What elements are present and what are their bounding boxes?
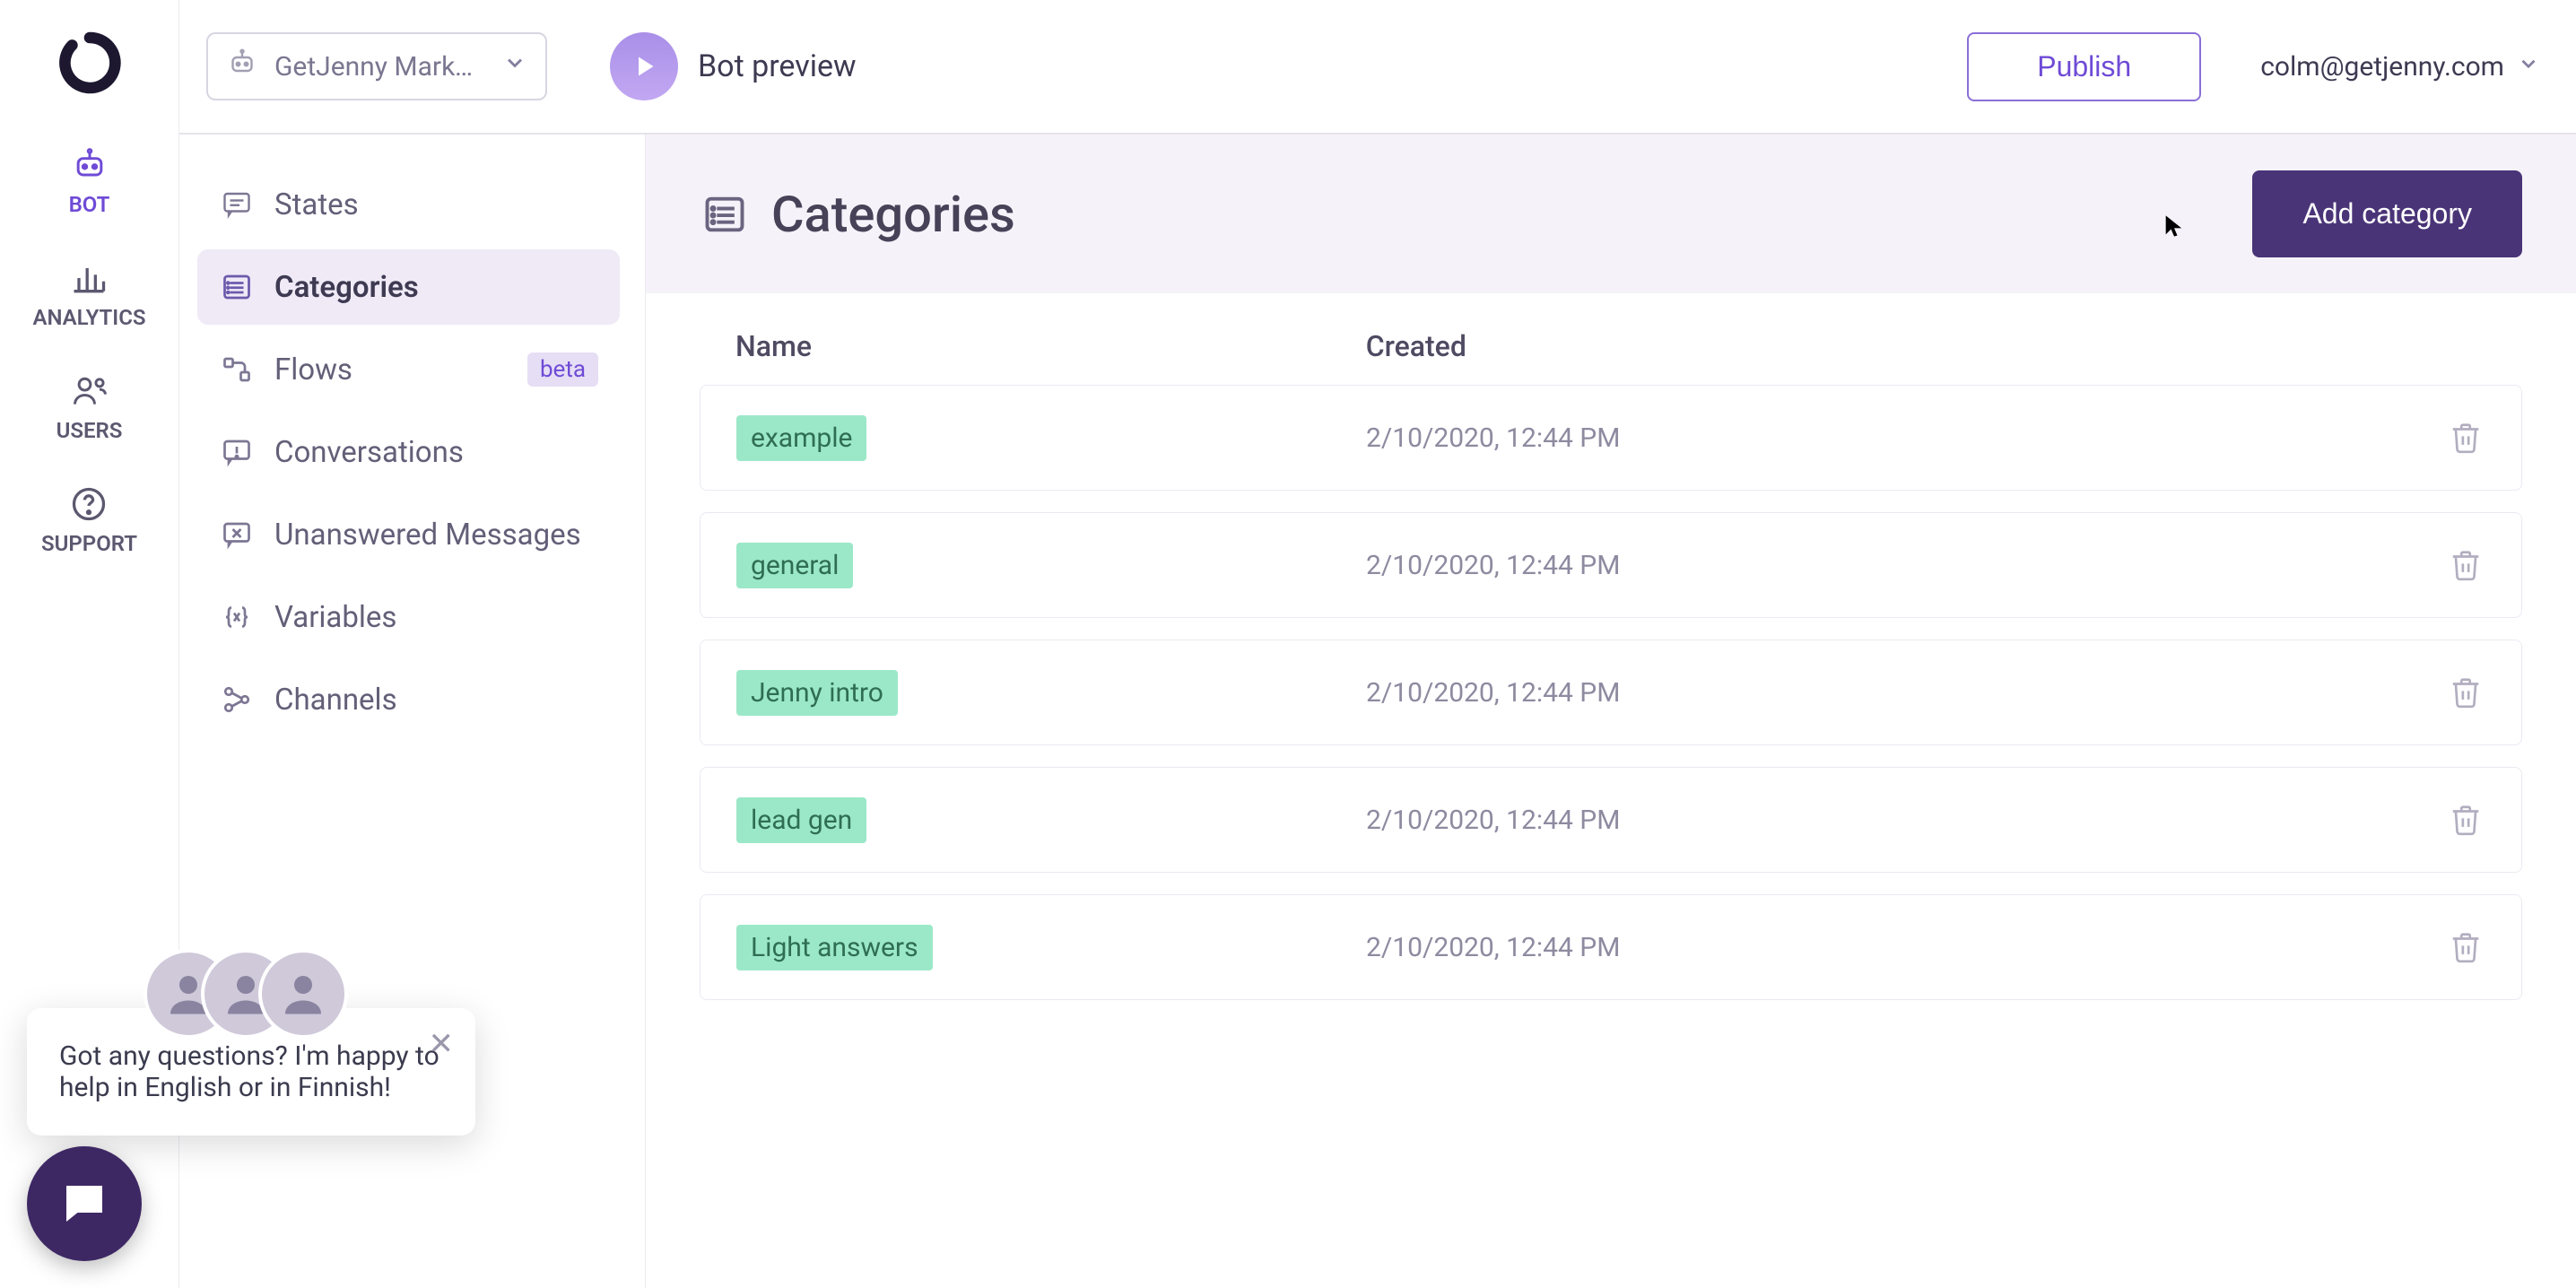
- sidebar-item-label: Categories: [274, 270, 419, 305]
- robot-icon: [226, 47, 258, 86]
- bot-selector-label: GetJenny Marketi…: [274, 51, 486, 83]
- table-header: Name Created: [700, 293, 2522, 385]
- chat-popover: ✕ Got any questions? I'm happy to help i…: [27, 1008, 475, 1136]
- created-date: 2/10/2020, 12:44 PM: [1366, 932, 2446, 963]
- nav-analytics-label: ANALYTICS: [32, 305, 145, 330]
- nav-bot[interactable]: BOT: [68, 144, 111, 217]
- play-icon: [610, 32, 678, 100]
- list-icon: [700, 189, 750, 239]
- publish-label: Publish: [2037, 50, 2131, 83]
- top-bar: GetJenny Marketi… Bot preview Publish co…: [179, 0, 2576, 135]
- beta-badge: beta: [527, 352, 598, 387]
- main-header: Categories Add category: [646, 135, 2576, 293]
- created-date: 2/10/2020, 12:44 PM: [1366, 550, 2446, 581]
- delete-button[interactable]: [2446, 545, 2485, 585]
- sidebar-item-states[interactable]: States: [197, 167, 620, 242]
- delete-button[interactable]: [2446, 927, 2485, 967]
- nav-users[interactable]: USERS: [57, 370, 123, 443]
- created-date: 2/10/2020, 12:44 PM: [1366, 805, 2446, 836]
- sidebar-item-label: Channels: [274, 683, 397, 718]
- table-row[interactable]: example 2/10/2020, 12:44 PM: [700, 385, 2522, 491]
- sidebar-item-label: Unanswered Messages: [274, 518, 581, 553]
- table-row[interactable]: Jenny intro 2/10/2020, 12:44 PM: [700, 640, 2522, 745]
- table-row[interactable]: general 2/10/2020, 12:44 PM: [700, 512, 2522, 618]
- main-panel: Categories Add category Name Created exa…: [646, 135, 2576, 1288]
- category-tag: general: [736, 543, 853, 588]
- conversation-icon: [219, 434, 255, 470]
- delete-button[interactable]: [2446, 418, 2485, 457]
- sidebar-item-flows[interactable]: Flows beta: [197, 332, 620, 407]
- bot-icon: [68, 144, 111, 187]
- category-tag: example: [736, 415, 866, 461]
- sidebar-item-unanswered[interactable]: Unanswered Messages: [197, 497, 620, 572]
- table-row[interactable]: Light answers 2/10/2020, 12:44 PM: [700, 894, 2522, 1000]
- chevron-down-icon: [502, 50, 527, 83]
- nav-support-label: SUPPORT: [41, 531, 137, 556]
- variables-icon: [219, 599, 255, 635]
- created-date: 2/10/2020, 12:44 PM: [1366, 677, 2446, 709]
- category-tag: Light answers: [736, 925, 933, 970]
- nav-support[interactable]: SUPPORT: [41, 483, 137, 556]
- page-title: Categories: [771, 185, 1015, 244]
- bot-preview[interactable]: Bot preview: [610, 32, 857, 100]
- sidebar-item-channels[interactable]: Channels: [197, 662, 620, 737]
- categories-table: Name Created example 2/10/2020, 12:44 PM…: [646, 293, 2576, 1288]
- column-header-created: Created: [1366, 329, 2486, 363]
- close-icon[interactable]: ✕: [429, 1026, 455, 1062]
- nav-analytics[interactable]: ANALYTICS: [32, 257, 145, 330]
- user-email: colm@getjenny.com: [2260, 51, 2504, 83]
- channels-icon: [219, 682, 255, 718]
- column-header-name: Name: [735, 329, 1366, 363]
- flow-icon: [219, 352, 255, 387]
- users-icon: [68, 370, 111, 413]
- sidebar-item-label: States: [274, 187, 359, 222]
- sidebar-item-label: Variables: [274, 600, 396, 635]
- bot-selector[interactable]: GetJenny Marketi…: [206, 32, 547, 100]
- add-category-button[interactable]: Add category: [2252, 170, 2522, 257]
- sidebar-item-label: Flows: [274, 352, 352, 387]
- app-logo: [54, 27, 126, 99]
- add-category-label: Add category: [2302, 197, 2472, 230]
- chat-icon: [219, 187, 255, 222]
- avatar: [258, 949, 348, 1039]
- publish-button[interactable]: Publish: [1967, 32, 2201, 101]
- delete-button[interactable]: [2446, 673, 2485, 712]
- nav-users-label: USERS: [57, 418, 123, 443]
- avatar-stack: [144, 949, 348, 1039]
- analytics-icon: [67, 257, 110, 300]
- user-menu[interactable]: colm@getjenny.com: [2260, 51, 2540, 83]
- chat-message: Got any questions? I'm happy to help in …: [59, 1040, 443, 1103]
- list-icon: [219, 269, 255, 305]
- chat-launcher[interactable]: [27, 1146, 142, 1261]
- unanswered-icon: [219, 517, 255, 553]
- sidebar-item-conversations[interactable]: Conversations: [197, 414, 620, 490]
- delete-button[interactable]: [2446, 800, 2485, 840]
- sidebar-item-categories[interactable]: Categories: [197, 249, 620, 325]
- created-date: 2/10/2020, 12:44 PM: [1366, 422, 2446, 454]
- chevron-down-icon: [2517, 51, 2540, 83]
- sidebar-item-variables[interactable]: Variables: [197, 579, 620, 655]
- nav-bot-label: BOT: [69, 192, 110, 217]
- support-icon: [67, 483, 110, 526]
- category-tag: Jenny intro: [736, 670, 898, 716]
- bot-preview-label: Bot preview: [698, 48, 857, 84]
- category-tag: lead gen: [736, 797, 866, 843]
- table-row[interactable]: lead gen 2/10/2020, 12:44 PM: [700, 767, 2522, 873]
- sidebar-item-label: Conversations: [274, 435, 464, 470]
